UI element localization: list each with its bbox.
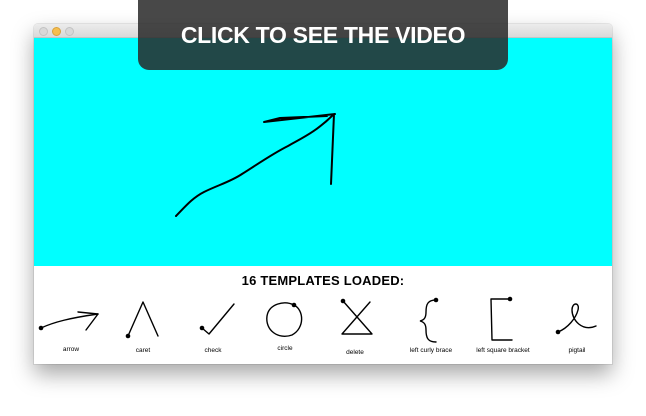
app-window: 16 TEMPLATES LOADED: arrow caret check c… [34,24,612,364]
template-pigtail: pigtail [542,294,612,364]
template-arrow: arrow [36,294,106,364]
circle-gesture-icon [266,302,303,337]
caret-gesture-icon [125,301,159,339]
template-check: check [178,294,248,364]
template-label-pigtail: pigtail [568,347,586,354]
screenshot-stage: 16 TEMPLATES LOADED: arrow caret check c… [0,0,646,416]
check-gesture-icon [199,303,235,335]
video-link-label: CLICK TO SEE THE VIDEO [180,22,466,48]
template-delete: delete [320,294,390,364]
drawing-canvas[interactable] [34,38,612,266]
left-square-bracket-gesture-icon [490,296,513,341]
video-link-button[interactable]: CLICK TO SEE THE VIDEO [138,0,508,70]
window-minimize-button[interactable] [52,27,61,36]
window-maximize-button[interactable] [65,27,74,36]
templates-panel: 16 TEMPLATES LOADED: arrow caret check c… [34,266,612,364]
window-close-button[interactable] [39,27,48,36]
pigtail-gesture-icon [555,303,597,335]
arrow-gesture-icon [38,311,99,331]
template-list: arrow caret check circle delete left cur… [34,294,612,364]
template-left-square-bracket: left square bracket [468,294,538,364]
delete-gesture-icon [340,298,373,335]
user-stroke [175,113,336,217]
templates-loaded-title: 16 TEMPLATES LOADED: [241,273,405,288]
template-left-curly-brace: left curly brace [396,294,466,364]
left-curly-brace-gesture-icon [419,297,439,343]
